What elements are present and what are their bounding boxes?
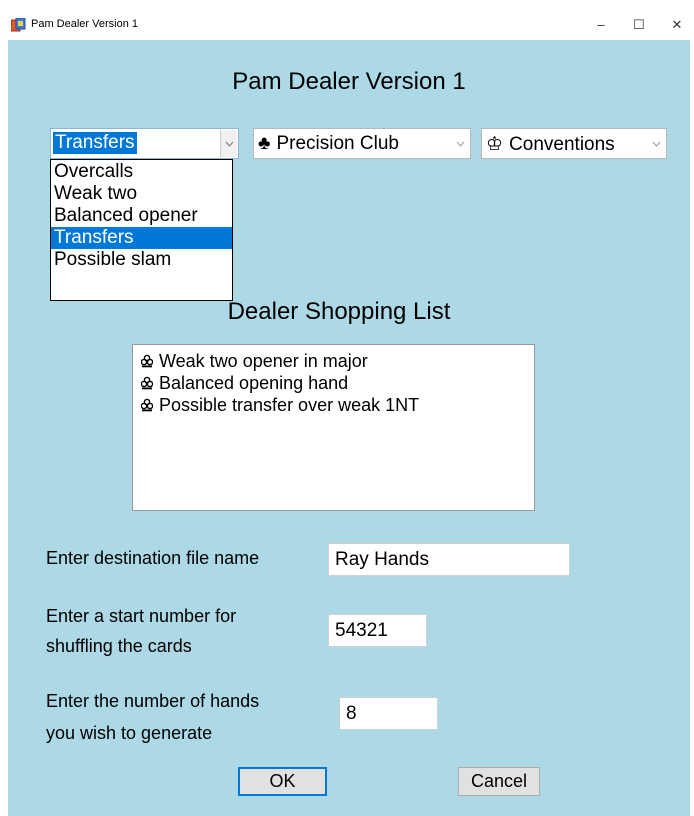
category-combo-value: Transfers <box>53 132 137 154</box>
club-bullet-icon <box>140 373 154 390</box>
cancel-button[interactable]: Cancel <box>458 767 540 796</box>
minimize-button[interactable]: – <box>586 13 616 37</box>
chevron-down-icon[interactable] <box>451 129 470 158</box>
hands-count-label-line1: Enter the number of hands <box>46 691 260 711</box>
crown-icon: ♔ <box>486 134 504 155</box>
dropdown-item-transfers[interactable]: Transfers <box>51 227 232 249</box>
client-area: Pam Dealer Version 1 Transfers ♣ Precisio… <box>8 40 690 816</box>
start-number-input[interactable] <box>328 614 427 647</box>
dropdown-item-overcalls[interactable]: Overcalls <box>51 161 232 183</box>
club-bullet-icon <box>140 351 154 368</box>
list-item-label: Balanced opening hand <box>159 373 349 393</box>
system-combo[interactable]: ♣ Precision Club <box>253 128 471 159</box>
list-item[interactable]: Possible transfer over weak 1NT <box>140 394 420 416</box>
club-icon: ♣ <box>258 133 271 154</box>
title-bar[interactable]: Pam Dealer Version 1 – ☐ ✕ <box>0 10 694 40</box>
destination-label: Enter destination file name <box>46 548 260 568</box>
dropdown-item-balanced-opener[interactable]: Balanced opener <box>51 205 232 227</box>
chevron-down-icon[interactable] <box>220 130 237 157</box>
category-dropdown-list[interactable]: Overcalls Weak two Balanced opener Trans… <box>50 159 233 301</box>
close-button[interactable]: ✕ <box>662 13 692 37</box>
list-item-label: Possible transfer over weak 1NT <box>159 395 420 415</box>
destination-file-input[interactable] <box>328 543 570 576</box>
shopping-listbox[interactable]: Weak two opener in major Balanced openin… <box>132 344 535 511</box>
hands-count-label-line2: you wish to generate <box>46 723 213 743</box>
shopping-list-title: Dealer Shopping List <box>227 298 451 325</box>
list-item[interactable]: Weak two opener in major <box>140 350 368 372</box>
page-title: Pam Dealer Version 1 <box>232 68 466 95</box>
list-item[interactable]: Balanced opening hand <box>140 372 349 394</box>
system-combo-value: Precision Club <box>276 133 399 154</box>
window-title: Pam Dealer Version 1 <box>31 18 138 30</box>
ok-button[interactable]: OK <box>238 767 327 796</box>
app-icon <box>11 18 26 32</box>
dealer-window: Pam Dealer Version 1 – ☐ ✕ Pam Dealer Ve… <box>0 10 694 816</box>
maximize-button[interactable]: ☐ <box>624 13 654 37</box>
dropdown-item-weak-two[interactable]: Weak two <box>51 183 232 205</box>
club-bullet-icon <box>140 395 154 412</box>
dropdown-item-possible-slam[interactable]: Possible slam <box>51 249 232 271</box>
list-item-label: Weak two opener in major <box>159 351 368 371</box>
start-number-label-line1: Enter a start number for <box>46 606 237 626</box>
start-number-label-line2: shuffling the cards <box>46 636 192 656</box>
chevron-down-icon[interactable] <box>647 129 666 158</box>
hands-count-input[interactable] <box>339 697 438 730</box>
category-combo[interactable]: Transfers <box>50 128 239 159</box>
conventions-combo[interactable]: ♔ Conventions <box>481 128 667 159</box>
conventions-combo-value: Conventions <box>509 134 615 155</box>
